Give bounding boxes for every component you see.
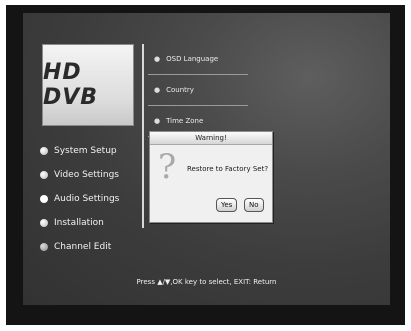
warning-dialog: Warning! ? Restore to Factory Set? Yes N… [149,131,273,223]
menu-item-label: System Setup [54,146,117,156]
brand-logo: HD DVB [42,44,134,126]
bullet-icon [40,219,48,227]
brand-logo-text: HD DVB [43,60,99,110]
bullet-icon [40,243,48,251]
submenu-item-country[interactable]: ● Country [148,75,248,106]
dot-icon: ● [154,117,161,125]
bullet-icon [40,171,48,179]
menu-item-channel-edit[interactable]: Channel Edit [40,235,119,259]
dot-icon: ● [154,86,161,94]
footer-hint: Press ▲/▼,OK key to select, EXIT: Return [136,278,277,286]
yes-button[interactable]: Yes [216,198,238,212]
menu-item-label: Channel Edit [54,242,112,252]
dialog-title: Warning! [150,132,272,145]
tv-frame: HD DVB System Setup Video Settings Audio… [6,5,405,325]
menu-item-label: Video Settings [54,170,119,180]
menu-item-audio-settings[interactable]: Audio Settings [40,187,119,211]
menu-item-video-settings[interactable]: Video Settings [40,163,119,187]
menu-item-label: Audio Settings [54,194,120,204]
menu-item-system-setup[interactable]: System Setup [40,139,119,163]
menu-item-label: Installation [54,218,104,228]
bullet-icon [40,195,48,203]
menu-item-installation[interactable]: Installation [40,211,119,235]
submenu-item-label: Time Zone [166,117,204,125]
main-menu: System Setup Video Settings Audio Settin… [40,139,119,259]
submenu-item-label: Country [166,86,194,94]
submenu-item-osd-language[interactable]: ● OSD Language [148,44,248,75]
submenu: ● OSD Language ● Country ● Time Zone [148,44,248,137]
dialog-message: Restore to Factory Set? [187,165,269,173]
no-button[interactable]: No [244,198,264,212]
submenu-item-label: OSD Language [166,55,219,63]
bullet-icon [40,147,48,155]
menu-divider [142,44,144,228]
osd-screen: HD DVB System Setup Video Settings Audio… [23,13,390,305]
question-mark-icon: ? [158,147,177,187]
dot-icon: ● [154,55,161,63]
